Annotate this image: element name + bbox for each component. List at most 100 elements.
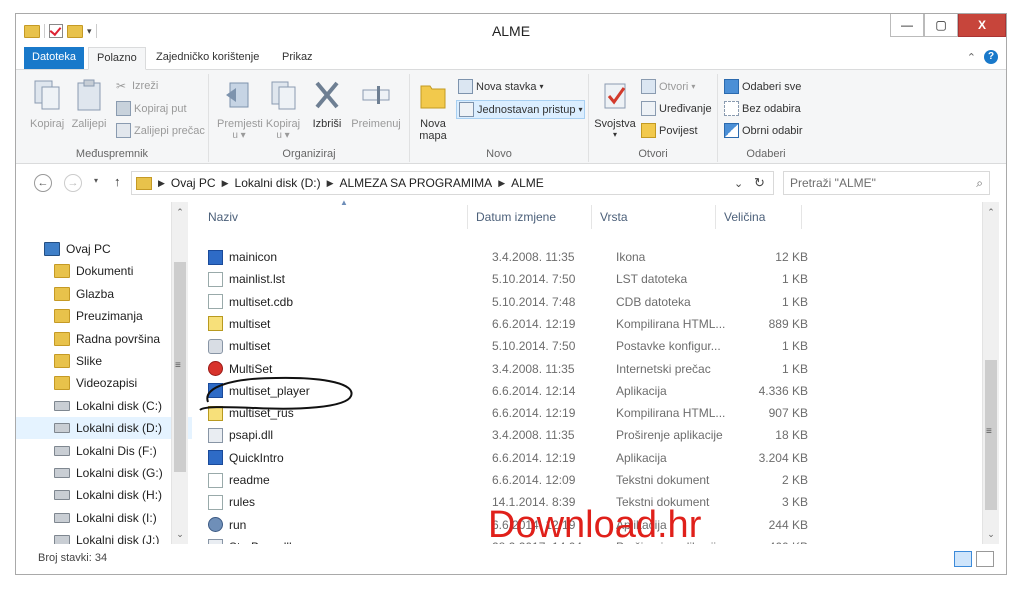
select-all-button[interactable]: Odaberi sve [724, 79, 801, 94]
nav-item[interactable]: Radna površina [16, 328, 160, 350]
cfg-file-icon [208, 338, 223, 354]
nav-scrollbar[interactable]: ⌃ ≡ ⌄ [171, 202, 188, 544]
breadcrumb-item[interactable]: Lokalni disk (D:) [235, 176, 321, 190]
paste-shortcut-button[interactable]: Zalijepi prečac [116, 123, 205, 138]
scroll-down-icon[interactable]: ⌄ [172, 526, 188, 542]
nav-item[interactable]: Lokalni disk (C:) [16, 395, 162, 417]
easy-access-icon [459, 102, 474, 117]
large-icons-view-button[interactable] [976, 551, 994, 567]
address-field[interactable]: ▶ Ovaj PC ▶ Lokalni disk (D:) ▶ ALMEZA S… [131, 171, 774, 195]
refresh-icon[interactable]: ↻ [754, 171, 765, 195]
drive-icon [54, 423, 70, 434]
drive-icon [54, 490, 70, 501]
nav-item[interactable]: Videozapisi [16, 372, 137, 394]
tab-share[interactable]: Zajedničko korištenje [148, 47, 267, 68]
file-row[interactable]: multiset.cdb 5.10.2014. 7:48 CDB datoteka 1… [208, 291, 968, 313]
back-button[interactable]: ← [34, 174, 52, 192]
breadcrumb-item[interactable]: ALMEZA SA PROGRAMIMA [339, 176, 492, 190]
invert-selection-icon [724, 123, 739, 138]
breadcrumb-item[interactable]: ALME [511, 176, 544, 190]
edit-button[interactable]: Uređivanje [641, 101, 712, 116]
file-row[interactable]: QuickIntro 6.6.2014. 12:19 Aplikacija 3.204… [208, 447, 968, 469]
edit-icon [641, 101, 656, 116]
nav-item[interactable]: Lokalni disk (H:) [16, 484, 162, 506]
breadcrumb-separator-icon: ▶ [158, 177, 165, 188]
file-size: 907 KB [768, 406, 808, 421]
file-row[interactable]: readme 6.6.2014. 12:09 Tekstni dokument 2 K… [208, 469, 968, 491]
videos-folder-icon [54, 376, 70, 391]
nav-item[interactable]: Glazba [16, 283, 114, 305]
group-label: Novo [486, 148, 512, 160]
easy-access-button[interactable]: Jednostavan pristup ▾ [456, 100, 586, 119]
file-name: readme [229, 473, 270, 487]
delete-button[interactable]: Izbriši [309, 78, 345, 130]
open-button[interactable]: Otvori ▾ [641, 79, 695, 94]
tab-home[interactable]: Polazno [88, 47, 146, 70]
copy-to-button[interactable]: Kopiraj u ▾ [263, 78, 303, 141]
dropdown-arrow-icon: ▾ [691, 82, 696, 91]
file-row[interactable]: multiset 6.6.2014. 12:19 Kompilirana HTML.… [208, 313, 968, 335]
paste-button[interactable]: Zalijepi [69, 78, 109, 130]
drive-icon [54, 445, 70, 456]
file-row[interactable]: psapi.dll 3.4.2008. 11:35 Proširenje aplik… [208, 424, 968, 446]
copy-button[interactable]: Kopiraj [30, 78, 64, 130]
close-button[interactable]: X [958, 14, 1006, 37]
nav-item[interactable]: Ovaj PC [16, 238, 111, 260]
move-to-button[interactable]: Premjesti u ▾ [217, 78, 263, 141]
nav-item[interactable]: Lokalni Dis (F:) [16, 440, 157, 462]
cut-button[interactable]: ✂ Izreži [116, 79, 158, 93]
address-dropdown-icon[interactable]: ⌄ [734, 171, 743, 195]
tab-file[interactable]: Datoteka [24, 47, 85, 69]
invert-selection-button[interactable]: Obrni odabir [724, 123, 803, 138]
history-button[interactable]: Povijest [641, 123, 698, 138]
copy-path-button[interactable]: Kopiraj put [116, 101, 187, 116]
file-name: QuickIntro [229, 450, 284, 465]
details-view-button[interactable] [954, 551, 972, 567]
search-input[interactable]: Pretraži "ALME" ⌕ [783, 171, 990, 195]
rename-button[interactable]: Preimenuj [349, 78, 403, 130]
breadcrumb-item[interactable]: Ovaj PC [171, 176, 216, 190]
new-group: Nova mapa Nova stavka ▾ Jednostavan pris… [410, 74, 589, 162]
column-header-type[interactable]: Vrsta [592, 205, 716, 229]
new-folder-button[interactable]: Nova mapa [416, 78, 450, 142]
breadcrumb-separator-icon: ▶ [326, 177, 334, 188]
file-row[interactable]: mainicon 3.4.2008. 11:35 Ikona 12 KB [208, 246, 968, 268]
nav-item-label: Dokumenti [76, 264, 134, 279]
help-icon[interactable]: ? [984, 50, 998, 64]
file-name-cell: multiset [208, 335, 468, 357]
open-icon [641, 79, 656, 94]
file-row[interactable]: mainlist.lst 5.10.2014. 7:50 LST datoteka 1… [208, 268, 968, 290]
properties-button[interactable]: Svojstva ▾ [593, 78, 637, 139]
maximize-button[interactable]: ▢ [924, 14, 958, 37]
new-item-button[interactable]: Nova stavka ▾ [458, 79, 544, 94]
tab-view[interactable]: Prikaz [274, 47, 321, 68]
nav-item[interactable]: Lokalni disk (I:) [16, 507, 157, 529]
file-date: 6.6.2014. 12:19 [492, 406, 576, 421]
up-button[interactable]: ↑ [114, 174, 121, 189]
file-name-cell: run [208, 514, 468, 536]
nav-item[interactable]: Slike [16, 350, 102, 372]
column-header-size[interactable]: Veličina [716, 205, 802, 229]
collapse-ribbon-icon[interactable]: ⌃ [967, 51, 976, 64]
scroll-down-icon[interactable]: ⌄ [983, 526, 999, 542]
scroll-up-icon[interactable]: ⌃ [172, 204, 188, 220]
select-none-button[interactable]: Bez odabira [724, 101, 801, 116]
nav-item[interactable]: Dokumenti [16, 260, 133, 282]
nav-item-label: Lokalni Dis (F:) [76, 443, 157, 458]
file-size: 889 KB [768, 316, 808, 331]
music-folder-icon [54, 286, 70, 301]
forward-button[interactable]: → [64, 174, 82, 192]
doc-file-icon [208, 472, 223, 488]
nav-item[interactable]: Preuzimanja [16, 305, 143, 327]
list-scrollbar[interactable]: ⌃ ≡ ⌄ [982, 202, 999, 544]
group-label: Međuspremnik [75, 148, 149, 160]
scroll-up-icon[interactable]: ⌃ [983, 204, 999, 220]
column-header-date[interactable]: Datum izmjene [468, 205, 592, 229]
minimize-button[interactable]: — [890, 14, 924, 37]
file-row[interactable]: multiset 5.10.2014. 7:50 Postavke konfigur… [208, 335, 968, 357]
new-item-icon [458, 79, 473, 94]
nav-item[interactable]: Lokalni disk (G:) [16, 462, 163, 484]
paste-shortcut-icon [116, 123, 131, 138]
recent-locations-icon[interactable]: ▾ [94, 176, 98, 185]
column-header-name[interactable]: Naziv [200, 205, 468, 229]
